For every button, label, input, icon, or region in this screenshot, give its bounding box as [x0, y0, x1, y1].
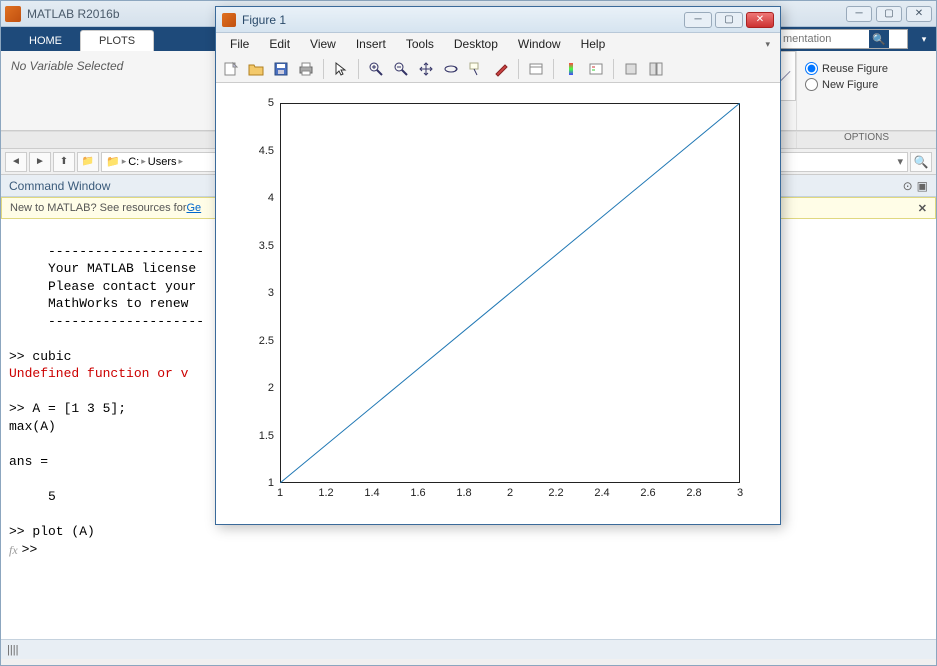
- menu-view[interactable]: View: [300, 35, 346, 53]
- error-text: Undefined function or v: [9, 366, 188, 381]
- figure-canvas[interactable]: 1 1.5 2 2.5 3 3.5 4 4.5 5 1 1.2 1.4 1.6 1.8 2 2.2 2.4 2.6…: [216, 83, 780, 524]
- xtick-label: 1.2: [318, 487, 333, 499]
- back-button[interactable]: ◄: [5, 152, 27, 172]
- axes[interactable]: 11.522.533.544.5511.21.41.61.822.22.42.6…: [280, 103, 740, 483]
- menu-insert[interactable]: Insert: [346, 35, 396, 53]
- menu-edit[interactable]: Edit: [259, 35, 300, 53]
- legend-icon[interactable]: [585, 58, 607, 80]
- ytick-label: 4: [268, 192, 274, 204]
- xtick-label: 2.4: [594, 487, 609, 499]
- xtick-label: 1.8: [456, 487, 471, 499]
- forward-button[interactable]: ►: [29, 152, 51, 172]
- figure-window[interactable]: Figure 1 ─ ▢ ✕ File Edit View Insert Too…: [215, 6, 781, 525]
- folder-icon: 📁: [106, 155, 120, 168]
- ytick-label: 3.5: [259, 240, 274, 252]
- pointer-icon[interactable]: [330, 58, 352, 80]
- menu-help[interactable]: Help: [571, 35, 616, 53]
- matlab-logo-icon: [5, 6, 21, 22]
- rotate3d-icon[interactable]: [440, 58, 462, 80]
- open-icon[interactable]: [245, 58, 267, 80]
- doc-search-input[interactable]: [779, 33, 869, 45]
- fx-icon[interactable]: fx: [9, 542, 18, 558]
- figure-maximize-button[interactable]: ▢: [715, 12, 743, 28]
- xtick-label: 1.4: [364, 487, 379, 499]
- figure-title: Figure 1: [242, 13, 684, 27]
- zoom-in-icon[interactable]: [365, 58, 387, 80]
- help-dropdown-button[interactable]: ▾: [914, 29, 934, 49]
- new-figure-icon[interactable]: [220, 58, 242, 80]
- close-button[interactable]: ✕: [906, 6, 932, 22]
- show-plot-tools-icon[interactable]: [645, 58, 667, 80]
- ytick-label: 1: [268, 477, 274, 489]
- tab-plots[interactable]: PLOTS: [80, 30, 154, 51]
- path-dropdown-icon[interactable]: ▾: [897, 155, 903, 168]
- menu-desktop[interactable]: Desktop: [444, 35, 508, 53]
- ytick-label: 5: [268, 97, 274, 109]
- search-icon[interactable]: 🔍: [869, 30, 889, 48]
- minimize-button[interactable]: ─: [846, 6, 872, 22]
- figure-menubar: File Edit View Insert Tools Desktop Wind…: [216, 33, 780, 55]
- print-icon[interactable]: [295, 58, 317, 80]
- banner-prefix: New to MATLAB? See resources for: [10, 202, 186, 214]
- banner-close-button[interactable]: ✕: [918, 202, 927, 215]
- xtick-label: 2.2: [548, 487, 563, 499]
- status-bar: ||||: [1, 639, 936, 659]
- menu-chevron-icon[interactable]: ▾: [759, 39, 776, 50]
- save-icon[interactable]: [270, 58, 292, 80]
- tab-home[interactable]: HOME: [11, 31, 80, 51]
- no-variable-label: No Variable Selected: [11, 59, 123, 73]
- xtick-label: 1: [277, 487, 283, 499]
- figure-close-button[interactable]: ✕: [746, 12, 774, 28]
- ytick-label: 4.5: [259, 145, 274, 157]
- section-options-label: OPTIONS: [796, 132, 936, 148]
- figure-toolbar: [216, 55, 780, 83]
- hide-plot-tools-icon[interactable]: [620, 58, 642, 80]
- up-folder-button[interactable]: ⬆: [53, 152, 75, 172]
- cw-undock-icon[interactable]: ▣: [917, 179, 928, 193]
- xtick-label: 1.6: [410, 487, 425, 499]
- command-window-title: Command Window: [9, 179, 110, 193]
- pan-icon[interactable]: [415, 58, 437, 80]
- zoom-out-icon[interactable]: [390, 58, 412, 80]
- xtick-label: 3: [737, 487, 743, 499]
- options-panel: Reuse Figure New Figure: [796, 51, 936, 130]
- link-icon[interactable]: [525, 58, 547, 80]
- ytick-label: 3: [268, 287, 274, 299]
- maximize-button[interactable]: ▢: [876, 6, 902, 22]
- line-series: [280, 103, 740, 483]
- menu-window[interactable]: Window: [508, 35, 571, 53]
- cw-gear-icon[interactable]: ⊙: [903, 179, 913, 193]
- menu-file[interactable]: File: [220, 35, 259, 53]
- browse-folder-button[interactable]: 📁: [77, 152, 99, 172]
- path-seg-users[interactable]: Users: [148, 156, 177, 168]
- ytick-label: 2: [268, 382, 274, 394]
- datacursor-icon[interactable]: [465, 58, 487, 80]
- figure-minimize-button[interactable]: ─: [684, 12, 712, 28]
- menu-tools[interactable]: Tools: [396, 35, 444, 53]
- getting-started-link[interactable]: Ge: [186, 202, 201, 214]
- brush-icon[interactable]: [490, 58, 512, 80]
- ytick-label: 2.5: [259, 335, 274, 347]
- colorbar-icon[interactable]: [560, 58, 582, 80]
- reuse-figure-radio[interactable]: Reuse Figure: [805, 62, 928, 75]
- xtick-label: 2.6: [640, 487, 655, 499]
- path-drive[interactable]: C:: [128, 156, 139, 168]
- ytick-label: 1.5: [259, 430, 274, 442]
- figure-titlebar[interactable]: Figure 1 ─ ▢ ✕: [216, 7, 780, 33]
- status-text: ||||: [7, 644, 18, 656]
- new-figure-radio[interactable]: New Figure: [805, 78, 928, 91]
- find-files-button[interactable]: 🔍: [910, 152, 932, 172]
- doc-search[interactable]: 🔍: [778, 29, 908, 49]
- figure-logo-icon: [222, 13, 236, 27]
- xtick-label: 2.8: [686, 487, 701, 499]
- xtick-label: 2: [507, 487, 513, 499]
